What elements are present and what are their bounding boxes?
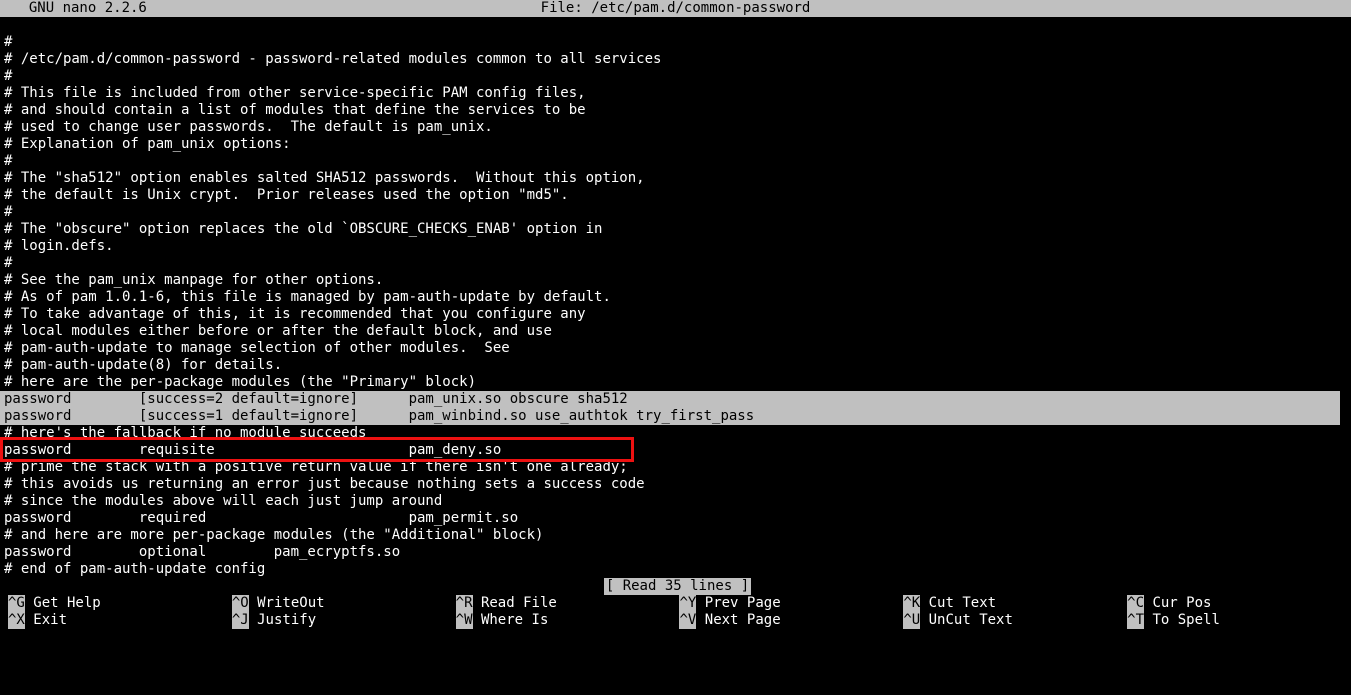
blank-line (4, 17, 1351, 34)
file-line: password requisite pam_deny.so (4, 442, 1351, 459)
file-line: # used to change user passwords. The def… (4, 119, 1351, 136)
shortcut-label: Cur Pos (1144, 595, 1211, 611)
shortcut-key: ^J (232, 612, 249, 629)
status-line-wrap: [ Read 35 lines ] (4, 578, 1351, 595)
file-line: # See the pam_unix manpage for other opt… (4, 272, 1351, 289)
file-line: # end of pam-auth-update config (4, 561, 1351, 578)
highlighted-line: password [success=2 default=ignore] pam_… (0, 391, 1340, 408)
editor-area[interactable]: ## /etc/pam.d/common-password - password… (0, 17, 1351, 629)
shortcut-label: Next Page (696, 612, 780, 628)
titlebar: GNU nano 2.2.6 File: /etc/pam.d/common-p… (0, 0, 1351, 17)
file-line: # prime the stack with a positive return… (4, 459, 1351, 476)
shortcut-label: Prev Page (696, 595, 780, 611)
shortcut-label: Cut Text (920, 595, 996, 611)
file-line: # (4, 153, 1351, 170)
shortcut-label: Read File (473, 595, 557, 611)
file-line: # this avoids us returning an error just… (4, 476, 1351, 493)
shortcut-key: ^O (232, 595, 249, 612)
file-line: # here are the per-package modules (the … (4, 374, 1351, 391)
shortcut-label: UnCut Text (920, 612, 1013, 628)
shortcut-key: ^W (456, 612, 473, 629)
file-line: # pam-auth-update(8) for details. (4, 357, 1351, 374)
shortcut-label: WriteOut (249, 595, 325, 611)
file-line: # As of pam 1.0.1-6, this file is manage… (4, 289, 1351, 306)
status-line: [ Read 35 lines ] (604, 578, 751, 595)
shortcut-label: Where Is (473, 612, 549, 628)
file-line: password optional pam_ecryptfs.so (4, 544, 1351, 561)
file-line: # login.defs. (4, 238, 1351, 255)
shortcut-key: ^U (903, 612, 920, 629)
shortcut-key: ^V (679, 612, 696, 629)
shortcut-item[interactable]: ^J Justify (232, 612, 456, 629)
shortcut-item[interactable]: ^Y Prev Page (679, 595, 903, 612)
file-line: # and should contain a list of modules t… (4, 102, 1351, 119)
shortcut-item[interactable]: ^V Next Page (679, 612, 903, 629)
file-line: # /etc/pam.d/common-password - password-… (4, 51, 1351, 68)
shortcut-item[interactable]: ^T To Spell (1127, 612, 1351, 629)
shortcut-item[interactable]: ^O WriteOut (232, 595, 456, 612)
shortcut-item[interactable]: ^G Get Help (8, 595, 232, 612)
file-line: # The "sha512" option enables salted SHA… (4, 170, 1351, 187)
file-line: # (4, 204, 1351, 221)
shortcut-row-2: ^X Exit^J Justify^W Where Is^V Next Page… (4, 612, 1351, 629)
file-line: # local modules either before or after t… (4, 323, 1351, 340)
shortcut-row-1: ^G Get Help^O WriteOut^R Read File^Y Pre… (4, 595, 1351, 612)
shortcut-key: ^Y (679, 595, 696, 612)
shortcut-item[interactable]: ^R Read File (456, 595, 680, 612)
shortcut-key: ^C (1127, 595, 1144, 612)
app-title: GNU nano 2.2.6 (12, 0, 147, 17)
file-line: # since the modules above will each just… (4, 493, 1351, 510)
file-title: File: /etc/pam.d/common-password (541, 0, 811, 17)
file-line: # (4, 68, 1351, 85)
shortcut-item[interactable]: ^X Exit (8, 612, 232, 629)
file-line: password required pam_permit.so (4, 510, 1351, 527)
file-line: # pam-auth-update to manage selection of… (4, 340, 1351, 357)
shortcut-item[interactable]: ^W Where Is (456, 612, 680, 629)
file-line: # the default is Unix crypt. Prior relea… (4, 187, 1351, 204)
file-line: # The "obscure" option replaces the old … (4, 221, 1351, 238)
file-line: # (4, 34, 1351, 51)
shortcut-label: Get Help (25, 595, 101, 611)
file-line: # To take advantage of this, it is recom… (4, 306, 1351, 323)
shortcut-item[interactable]: ^U UnCut Text (903, 612, 1127, 629)
file-line: # and here are more per-package modules … (4, 527, 1351, 544)
shortcut-item[interactable]: ^C Cur Pos (1127, 595, 1351, 612)
shortcut-key: ^T (1127, 612, 1144, 629)
file-line: # This file is included from other servi… (4, 85, 1351, 102)
file-line: # Explanation of pam_unix options: (4, 136, 1351, 153)
shortcut-label: Justify (249, 612, 316, 628)
shortcut-key: ^G (8, 595, 25, 612)
shortcut-key: ^K (903, 595, 920, 612)
file-line: # (4, 255, 1351, 272)
shortcut-item[interactable]: ^K Cut Text (903, 595, 1127, 612)
shortcut-label: To Spell (1144, 612, 1220, 628)
highlighted-line: password [success=1 default=ignore] pam_… (0, 408, 1340, 425)
file-line: # here's the fallback if no module succe… (4, 425, 1351, 442)
shortcut-key: ^X (8, 612, 25, 629)
shortcut-label: Exit (25, 612, 67, 628)
shortcut-key: ^R (456, 595, 473, 612)
